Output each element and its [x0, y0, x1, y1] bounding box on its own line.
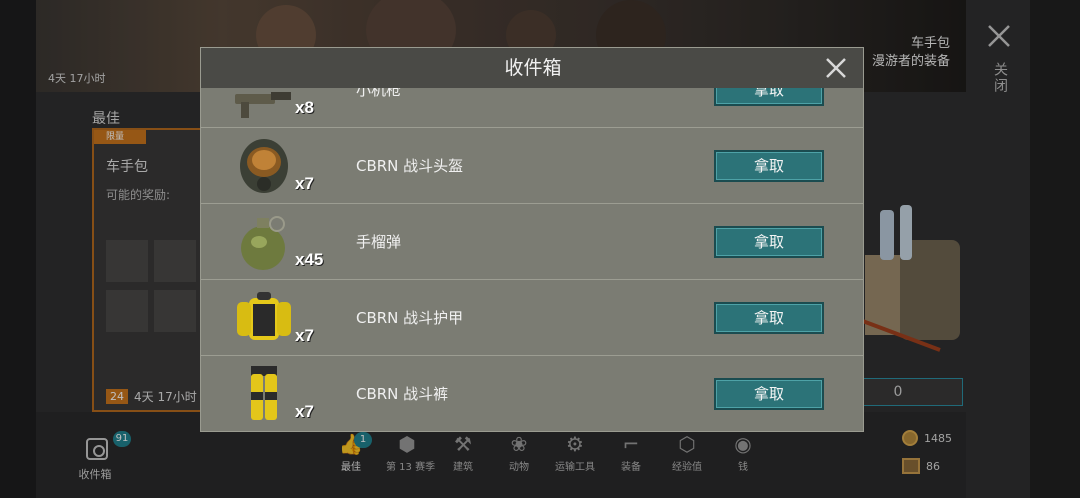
hazmat-pants-icon [251, 366, 277, 420]
item-count: x8 [295, 98, 314, 117]
list-item: x7 CBRN 战斗裤 拿取 [201, 356, 863, 431]
item-count: x7 [295, 174, 314, 193]
list-item: x45 手榴弹 拿取 [201, 204, 863, 280]
inbox-modal: 收件箱 x8 小机枪 拿取 x7 CBRN 战斗头盔 拿取 x45 手榴弹 拿取… [200, 47, 864, 432]
grenade-icon [241, 216, 285, 270]
item-name: 手榴弹 [356, 233, 402, 251]
take-button[interactable]: 拿取 [714, 88, 824, 106]
take-button[interactable]: 拿取 [714, 378, 824, 410]
item-count: x45 [295, 250, 324, 269]
list-item: x8 小机枪 拿取 [201, 88, 863, 128]
inbox-list[interactable]: x8 小机枪 拿取 x7 CBRN 战斗头盔 拿取 x45 手榴弹 拿取 x7 … [201, 88, 863, 431]
item-name: CBRN 战斗护甲 [356, 309, 464, 327]
take-button[interactable]: 拿取 [714, 150, 824, 182]
close-icon[interactable] [825, 57, 847, 79]
item-name: CBRN 战斗裤 [356, 385, 449, 403]
item-name: CBRN 战斗头盔 [356, 157, 464, 175]
take-button[interactable]: 拿取 [714, 302, 824, 334]
item-name: 小机枪 [356, 88, 402, 99]
take-button[interactable]: 拿取 [714, 226, 824, 258]
gas-mask-helmet-icon [240, 139, 288, 193]
item-count: x7 [295, 326, 314, 345]
item-count: x7 [295, 402, 314, 421]
smg-icon [235, 92, 291, 118]
list-item: x7 CBRN 战斗护甲 拿取 [201, 280, 863, 356]
hazmat-armor-icon [237, 292, 291, 340]
modal-title: 收件箱 [504, 57, 562, 79]
list-item: x7 CBRN 战斗头盔 拿取 [201, 128, 863, 204]
